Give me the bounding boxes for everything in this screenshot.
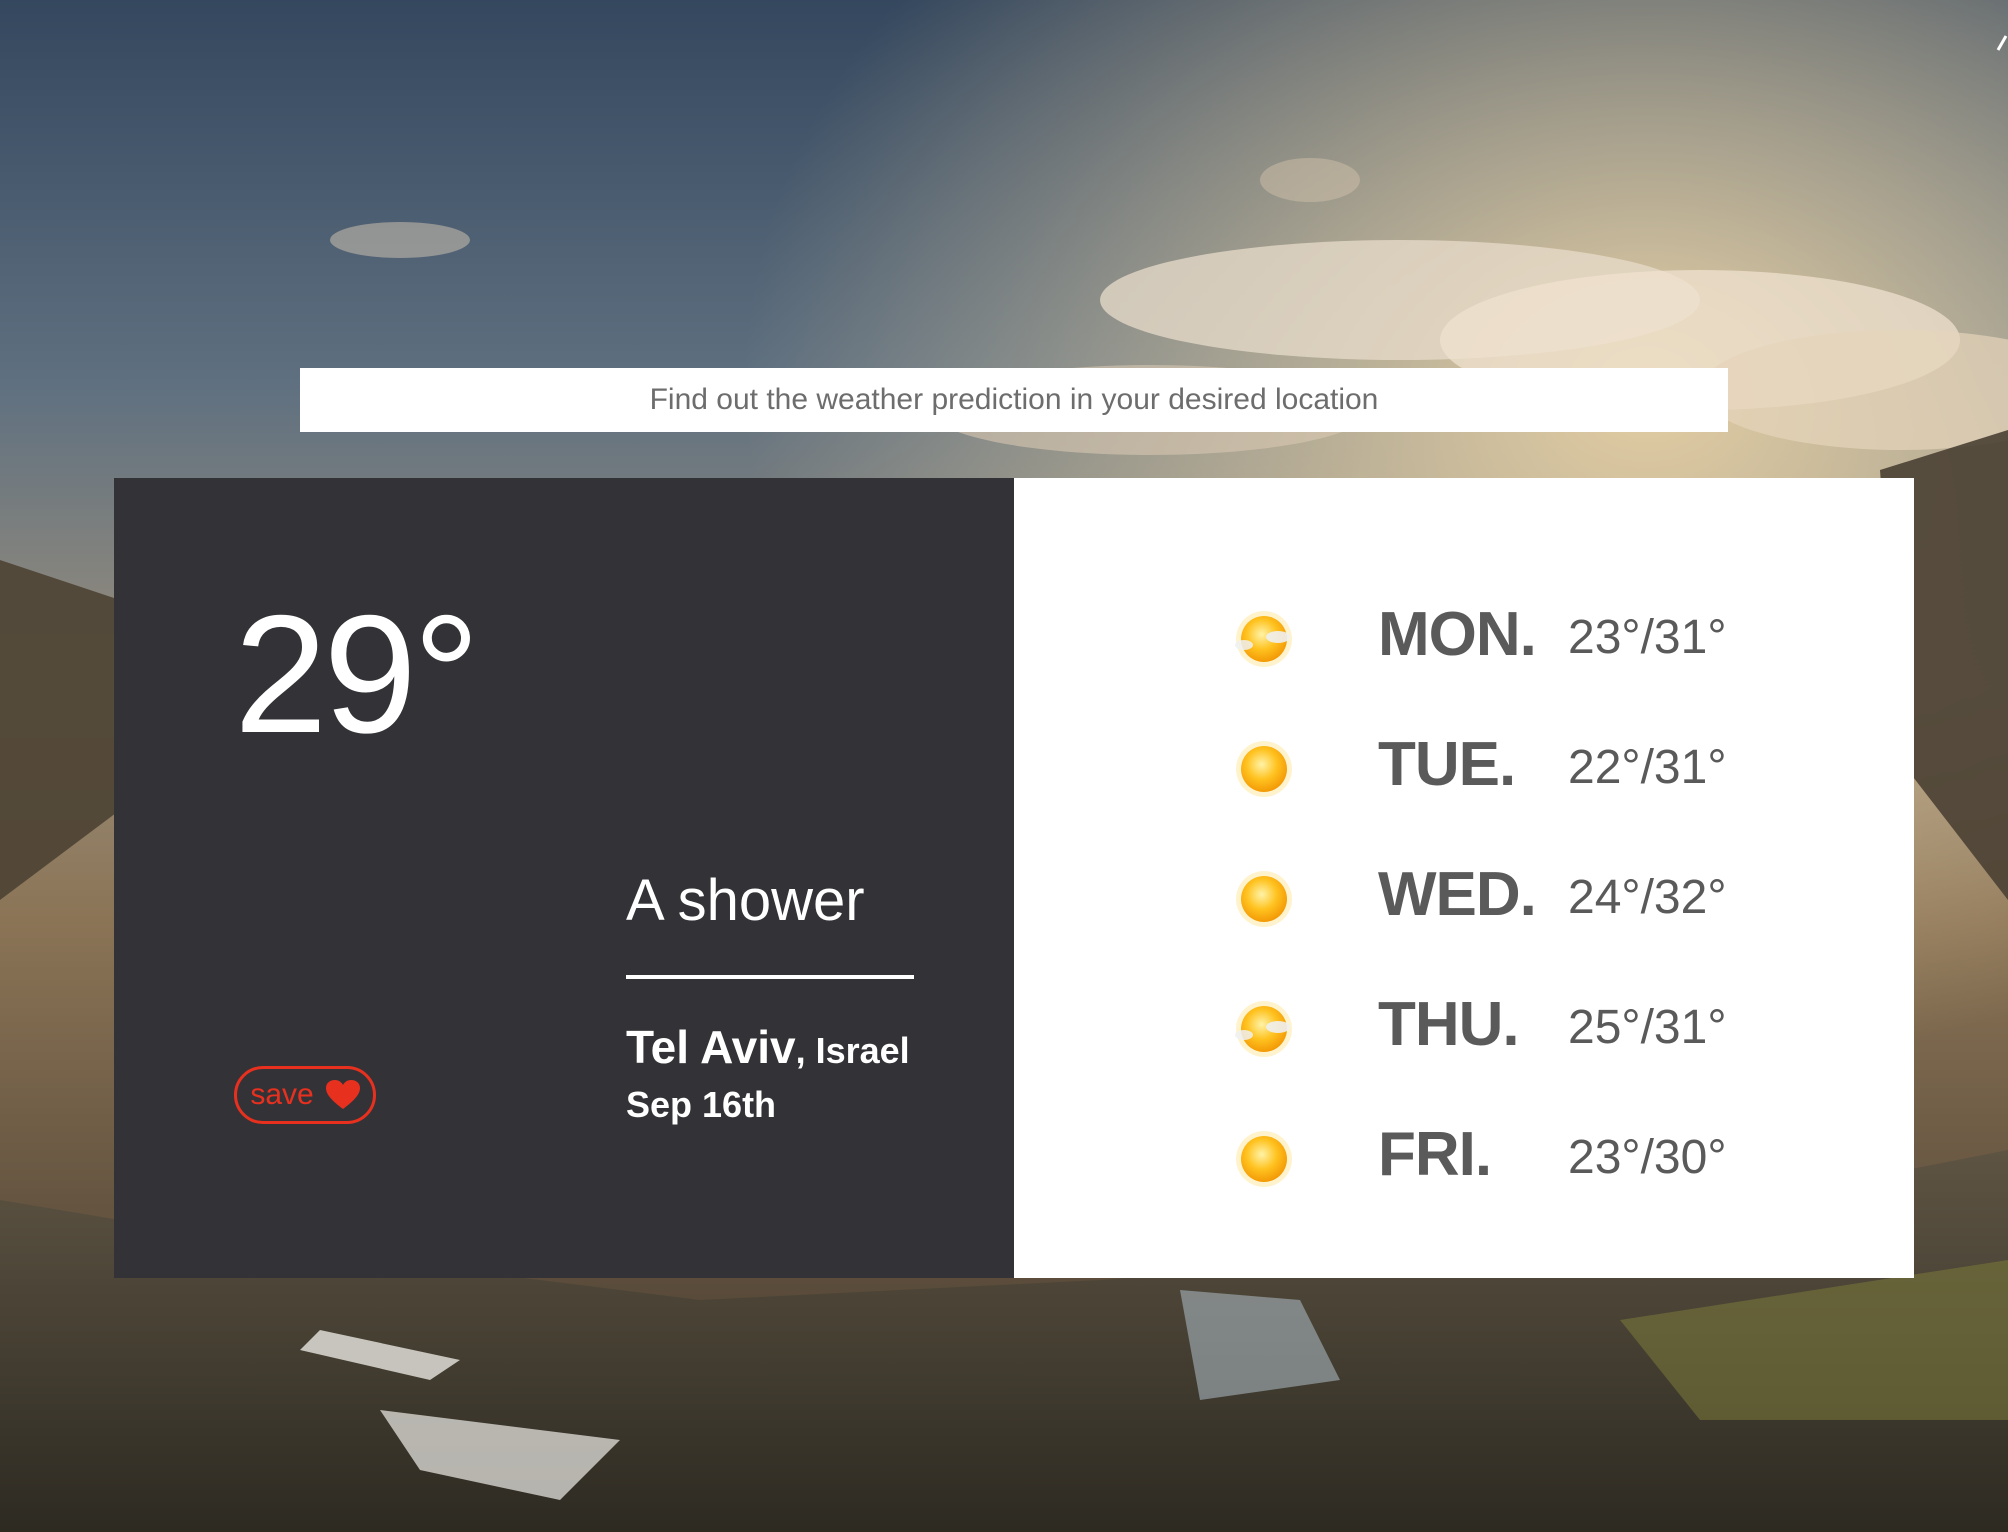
forecast-day-name: FRI.	[1378, 1120, 1492, 1189]
forecast-day-name: TUE.	[1378, 730, 1516, 799]
sun-icon	[1234, 869, 1294, 929]
save-button[interactable]: save	[234, 1066, 376, 1124]
forecast-card: MON. 23°/31° TUE. 22°/31° WED. 24°/32° THU. 25°…	[1014, 478, 1914, 1278]
forecast-day-name: THU.	[1378, 990, 1520, 1059]
save-button-label: save	[250, 1078, 314, 1111]
sun-icon	[1234, 739, 1294, 799]
forecast-temperature-range: 25°/31°	[1568, 1001, 1727, 1054]
forecast-temperature-range: 24°/32°	[1568, 871, 1727, 924]
forecast-list: MON. 23°/31° TUE. 22°/31° WED. 24°/32° THU. 25°…	[1014, 478, 1914, 1278]
sun-cloud-icon	[1234, 609, 1294, 669]
corner-chevron-icon[interactable]	[1996, 30, 2008, 54]
forecast-day-name: WED.	[1378, 860, 1537, 929]
forecast-day-name: MON.	[1378, 600, 1537, 669]
sun-cloud-icon	[1234, 999, 1294, 1059]
forecast-temperature-range: 23°/30°	[1568, 1131, 1727, 1184]
current-date: Sep 16th	[626, 1084, 777, 1125]
weather-condition: A shower	[626, 868, 865, 933]
condition-divider	[626, 975, 914, 979]
location-search-input[interactable]	[300, 368, 1728, 432]
city-name: Tel Aviv	[626, 1021, 796, 1073]
forecast-row: MON. 23°/31°	[1214, 594, 1834, 684]
forecast-row: FRI. 23°/30°	[1214, 1114, 1834, 1204]
country-name: , Israel	[795, 1030, 910, 1071]
forecast-row: WED. 24°/32°	[1214, 854, 1834, 944]
current-temperature: 29°	[234, 580, 480, 768]
location-label: Tel Aviv, Israel	[626, 1020, 910, 1074]
heart-icon	[325, 1080, 360, 1110]
forecast-temperature-range: 22°/31°	[1568, 741, 1727, 794]
forecast-row: THU. 25°/31°	[1214, 984, 1834, 1074]
forecast-temperature-range: 23°/31°	[1568, 611, 1727, 664]
current-weather-card: 29° A shower Tel Aviv, Israel Sep 16th s…	[114, 478, 1014, 1278]
weather-app: 29° A shower Tel Aviv, Israel Sep 16th s…	[0, 0, 2008, 1532]
forecast-row: TUE. 22°/31°	[1214, 724, 1834, 814]
sun-icon	[1234, 1129, 1294, 1189]
